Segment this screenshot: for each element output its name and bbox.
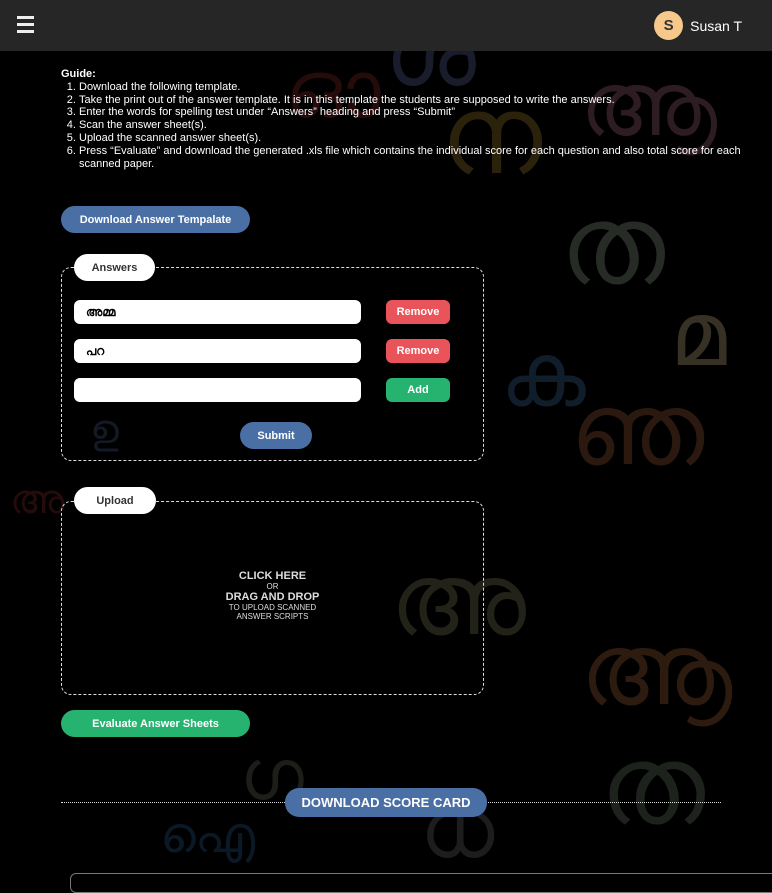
guide-step: Enter the words for spelling test under … [79, 106, 741, 119]
upload-legend: Upload [74, 487, 156, 514]
answer-input-2[interactable] [74, 339, 361, 363]
bg-glyph: ആ [580, 611, 733, 728]
guide: Guide: Download the following template. … [61, 68, 741, 170]
remove-button[interactable]: Remove [386, 339, 450, 363]
submit-button[interactable]: Submit [240, 422, 312, 449]
guide-step: Take the print out of the answer templat… [79, 94, 741, 107]
upload-instructions[interactable]: CLICK HERE OR DRAG AND DROP TO UPLOAD SC… [61, 570, 484, 621]
upload-hint-text: TO UPLOAD SCANNED [228, 603, 317, 612]
bg-glyph: ക [500, 322, 586, 427]
guide-title: Guide: [61, 68, 96, 80]
bottom-panel [70, 873, 772, 893]
guide-step: Press “Evaluate” and download the genera… [79, 145, 741, 171]
add-button[interactable]: Add [386, 378, 450, 402]
bg-glyph: മ [670, 282, 727, 387]
answers-legend: Answers [74, 254, 155, 281]
upload-or-text: OR [266, 582, 279, 591]
upload-hint-text: ANSWER SCRIPTS [236, 612, 309, 621]
guide-step: Upload the scanned answer sheet(s). [79, 132, 741, 145]
bg-glyph: ത [600, 721, 705, 849]
hamburger-icon[interactable] [17, 16, 34, 34]
evaluate-button[interactable]: Evaluate Answer Sheets [61, 710, 250, 737]
guide-step: Scan the answer sheet(s). [79, 119, 741, 132]
guide-step: Download the following template. [79, 81, 741, 94]
remove-button[interactable]: Remove [386, 300, 450, 324]
upload-click-text: CLICK HERE [238, 570, 307, 582]
bg-glyph: അ [10, 477, 65, 523]
answer-input-new[interactable] [74, 378, 361, 402]
user-menu[interactable]: S Susan T [654, 11, 742, 40]
bg-glyph: ഞ [570, 371, 705, 488]
bg-glyph: ഐ [160, 806, 256, 864]
bg-glyph: ത [560, 181, 665, 309]
answer-input-1[interactable] [74, 300, 361, 324]
avatar[interactable]: S [654, 11, 684, 40]
user-name: Susan T [690, 17, 742, 34]
upload-drag-text: DRAG AND DROP [225, 591, 320, 603]
download-score-card-button[interactable]: DOWNLOAD SCORE CARD [285, 788, 487, 817]
top-bar: S Susan T [0, 0, 772, 51]
download-template-button[interactable]: Download Answer Tempalate [61, 206, 250, 233]
